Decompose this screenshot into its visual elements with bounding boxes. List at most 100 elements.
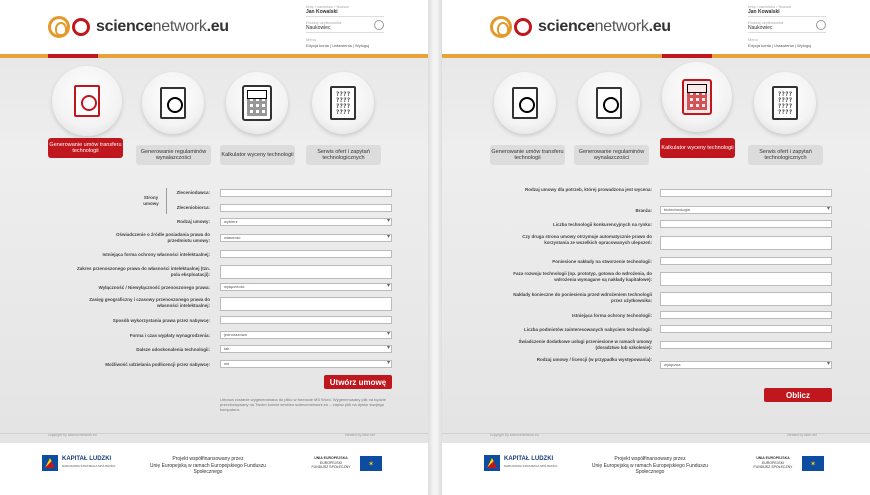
eu-funding-bar: KAPITAŁ LUDZKI NARODOWA STRATEGIA SPÓJNOŚ…	[0, 443, 428, 495]
bulb-logo-icon	[48, 16, 70, 38]
user-box: Imię i nazwisko / Nazwa Jan Kowalski Rod…	[306, 4, 384, 48]
eu-flag-icon: ✶	[802, 456, 824, 471]
contract-generator-circle[interactable]	[52, 66, 122, 136]
required-costs-label: Nakłady konieczne do poniesienia przed w…	[513, 292, 652, 303]
industry-select[interactable]: biotechnologia	[660, 206, 832, 214]
question-document-icon: ????????????????	[330, 86, 356, 120]
regulations-generator-circle[interactable]	[142, 72, 204, 134]
usage-method-input[interactable]	[220, 316, 392, 324]
principal-input[interactable]	[220, 189, 392, 197]
rights-source-select[interactable]: własność	[220, 234, 392, 242]
geo-scope-input[interactable]	[220, 297, 392, 311]
brand-name-right: sciencenetwork.eu	[538, 18, 671, 35]
tab-valuation-calculator[interactable]: Kalkulator wyceny technologii	[660, 138, 735, 158]
header-right: sciencenetwork.eu Imię i nazwisko / Nazw…	[442, 0, 870, 55]
menu-label: Menu	[748, 37, 759, 42]
eu-flag-icon: ✶	[360, 456, 382, 471]
bulb-icon	[374, 20, 384, 30]
calculator-icon	[242, 85, 272, 121]
project-funding-text: Projekt współfinansowany przez Unię Europ…	[149, 456, 267, 475]
create-contract-button[interactable]: Utwórz umowę	[324, 375, 392, 389]
incurred-costs-label: Poniesione nakłady na stworzenie technol…	[552, 259, 652, 264]
exclusivity-select[interactable]: wyłączność	[220, 283, 392, 291]
required-costs-input[interactable]	[660, 292, 832, 306]
payment-form-label: Forma i czas wypłaty wynagrodzenia:	[129, 333, 210, 338]
tab-valuation-calculator[interactable]: Kalkulator wyceny technologii	[220, 145, 295, 165]
regulation-document-icon	[596, 87, 622, 119]
kl-title: KAPITAŁ LUDZKI	[504, 456, 554, 462]
logo-right[interactable]: sciencenetwork.eu	[490, 16, 671, 38]
competing-tech-input[interactable]	[660, 220, 832, 228]
tab-contract-generator[interactable]: Generowanie umów transferu technologii	[48, 138, 123, 158]
question-document-icon: ????????????????	[772, 86, 798, 120]
gear-logo-icon	[514, 18, 532, 36]
ip-protection-input[interactable]	[220, 250, 392, 258]
competing-tech-label: Liczba technologii konkurencyjnych na ry…	[552, 222, 652, 227]
regulation-document-icon	[160, 87, 186, 119]
valuation-calculator-circle[interactable]	[662, 62, 732, 132]
right-page: sciencenetwork.eu Imię i nazwisko / Nazw…	[442, 0, 870, 495]
calculator-icon	[682, 79, 712, 115]
menu-label: Menu	[306, 37, 317, 42]
sublicense-label: Możliwość udzielania podlicencji przez n…	[105, 362, 210, 367]
user-type: Naukowiec	[306, 25, 384, 33]
contract-generator-circle[interactable]	[494, 72, 556, 134]
calculate-button[interactable]: Oblicz	[764, 388, 832, 402]
screenshot-root: sciencenetwork.eu Imię i nazwisko / Nazw…	[0, 0, 870, 495]
tab-regulations-generator[interactable]: Generowanie regulaminów wynalazczości	[574, 145, 649, 165]
valuation-calculator-circle[interactable]	[226, 72, 288, 134]
account-links[interactable]: Edycja konta | Ustawienia | Wyloguj	[748, 43, 826, 48]
improvements-label: Dalsze udoskonalenia technologii:	[136, 347, 210, 352]
sublicense-select[interactable]: nie	[220, 360, 392, 368]
contract-documents-icon	[512, 87, 538, 119]
interested-entities-label: Liczba podmiotów zainteresowanych nabyci…	[523, 327, 652, 332]
bulb-icon	[816, 20, 826, 30]
industry-label: Branża:	[635, 208, 652, 213]
tab-offers-service[interactable]: Serwis ofert i zapytań technologicznych	[748, 145, 823, 165]
export-note: Umowa zostanie wygenerowana do pliku w f…	[220, 397, 386, 412]
user-box-right: Imię i nazwisko / Nazwa Jan Kowalski Rod…	[748, 4, 826, 48]
contractor-input[interactable]	[220, 204, 392, 212]
rights-scope-label: Zakres przenoszonego prawa do własności …	[76, 266, 210, 277]
panel-divider	[428, 0, 442, 495]
logo[interactable]: sciencenetwork.eu	[48, 16, 229, 38]
user-name: Jan Kowalski	[748, 9, 826, 17]
tab-offers-service[interactable]: Serwis ofert i zapytań technologicznych	[306, 145, 381, 165]
offers-service-circle[interactable]: ????????????????	[754, 72, 816, 134]
interested-entities-input[interactable]	[660, 325, 832, 333]
improvements-select[interactable]: tak	[220, 345, 392, 353]
tab-contract-generator[interactable]: Generowanie umów transferu technologii	[490, 145, 565, 165]
kl-subtitle: NARODOWA STRATEGIA SPÓJNOŚCI	[504, 464, 558, 468]
regulations-generator-circle[interactable]	[578, 72, 640, 134]
contract-type-label: Rodzaj umowy:	[176, 219, 210, 224]
valuation-contract-type-input[interactable]	[660, 189, 832, 197]
offers-service-circle[interactable]: ????????????????	[312, 72, 374, 134]
contract-documents-icon	[74, 85, 100, 117]
kapital-ludzki-logo: KAPITAŁ LUDZKI NARODOWA STRATEGIA SPÓJNOŚ…	[484, 455, 557, 471]
left-page: sciencenetwork.eu Imię i nazwisko / Nazw…	[0, 0, 428, 495]
contractor-label: Zleceniobiorca:	[176, 205, 210, 210]
principal-label: Zleceniodawca:	[176, 190, 210, 195]
tab-regulations-generator[interactable]: Generowanie regulaminów wynalazczości	[136, 145, 211, 165]
license-type-label: Rodzaj umowy / licencji (w przypadku wys…	[536, 357, 652, 362]
rights-source-label: Oświadczenie o źródle posiadania prawa d…	[115, 232, 210, 243]
geo-scope-label: Zasięg geograficzny i czasowy przenoszon…	[89, 297, 210, 308]
contract-type-select[interactable]: wybierz	[220, 218, 392, 226]
kapital-ludzki-flag-icon	[484, 455, 500, 471]
rights-scope-input[interactable]	[220, 265, 392, 279]
usage-method-label: Sposób wykorzystania prawa przez nabywcę…	[112, 318, 210, 323]
user-name: Jan Kowalski	[306, 9, 384, 17]
additional-services-input[interactable]	[660, 341, 832, 349]
tech-protection-input[interactable]	[660, 311, 832, 319]
development-phase-input[interactable]	[660, 272, 832, 286]
ip-protection-label: Istniejąca forma ochrony własności intel…	[102, 252, 210, 257]
project-funding-text: Projekt współfinansowany przez Unię Europ…	[591, 456, 709, 475]
kapital-ludzki-logo: KAPITAŁ LUDZKI NARODOWA STRATEGIA SPÓJNOŚ…	[42, 455, 115, 471]
license-type-select[interactable]: wyłączna	[660, 361, 832, 369]
account-links[interactable]: Edycja konta | Ustawienia | Wyloguj	[306, 43, 384, 48]
header: sciencenetwork.eu Imię i nazwisko / Nazw…	[0, 0, 428, 55]
incurred-costs-input[interactable]	[660, 257, 832, 265]
improvements-rights-input[interactable]	[660, 236, 832, 250]
tech-protection-label: Istniejąca forma ochrony technologii:	[571, 313, 652, 318]
payment-form-select[interactable]: jednorazowa	[220, 331, 392, 339]
